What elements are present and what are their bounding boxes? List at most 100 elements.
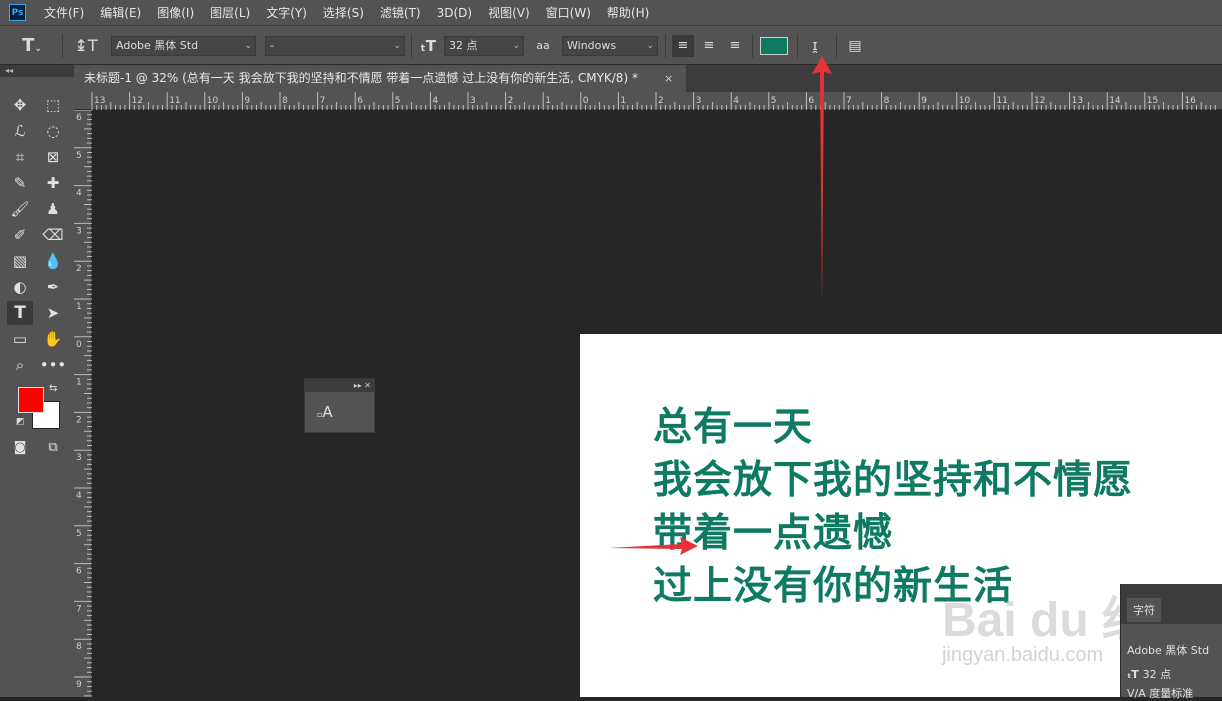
separator	[665, 34, 666, 58]
text-orientation-toggle-icon[interactable]: ↨T	[74, 35, 98, 57]
ruler-label: 2	[76, 264, 82, 274]
separator	[752, 34, 753, 58]
menu-filter[interactable]: 滤镜(T)	[372, 4, 429, 21]
ruler-label: 4	[733, 96, 739, 106]
panel-header[interactable]: ▸▸ ✕	[305, 379, 374, 392]
font-style-select[interactable]: - ⌄	[265, 36, 405, 56]
ruler-label: 1	[545, 96, 551, 106]
canvas-area[interactable]: 总有一天 我会放下我的坚持和不情愿 带着一点遗憾 过上没有你的新生活 Bai d…	[92, 110, 1222, 697]
document-tab[interactable]: 未标题-1 @ 32% (总有一天 我会放下我的坚持和不情愿 带着一点遗憾 过上…	[74, 65, 686, 92]
character-panel-tabs: 字符	[1121, 584, 1222, 624]
font-family-select[interactable]: Adobe 黑体 Std ⌄	[111, 36, 256, 56]
menu-file[interactable]: 文件(F)	[36, 4, 92, 21]
character-panel-tracking-value: 度量标准	[1149, 687, 1194, 700]
ruler-label: 14	[1109, 96, 1121, 106]
font-style-value: -	[270, 39, 274, 52]
menu-window[interactable]: 窗口(W)	[538, 4, 599, 21]
menu-layer[interactable]: 图层(L)	[202, 4, 258, 21]
blur-tool-icon[interactable]: 💧	[40, 249, 66, 273]
menu-edit[interactable]: 编辑(E)	[92, 4, 149, 21]
ruler-label: 1	[76, 302, 82, 312]
hand-tool-icon[interactable]: ✋	[40, 327, 66, 351]
marquee-tool-icon[interactable]: ⬚	[40, 93, 66, 117]
ruler-label: 10	[959, 96, 971, 106]
quick-mask-icon[interactable]: ◙	[7, 435, 33, 459]
frame-tool-icon[interactable]: ⊠	[40, 145, 66, 169]
chevron-down-icon: ⌄	[646, 41, 654, 51]
antialias-icon: aa	[536, 39, 550, 52]
character-panel-font[interactable]: Adobe 黑体 Std	[1127, 642, 1209, 658]
ruler-label: 4	[76, 189, 82, 199]
history-brush-tool-icon[interactable]: ✐	[7, 223, 33, 247]
glyphs-panel-icon[interactable]: ▫A	[317, 403, 333, 421]
ruler-label: 3	[76, 226, 82, 236]
antialias-select[interactable]: Windows ⌄	[562, 36, 658, 56]
document-tab-title: 未标题-1 @ 32% (总有一天 我会放下我的坚持和不情愿 带着一点遗憾 过上…	[84, 71, 638, 85]
clone-stamp-tool-icon[interactable]: ♟	[40, 197, 66, 221]
type-tool-preset-icon[interactable]: T⌄	[20, 35, 44, 60]
eyedropper-tool-icon[interactable]: ✎	[7, 171, 33, 195]
warp-text-icon[interactable]: ɪ̯	[804, 35, 826, 57]
align-center-icon[interactable]: ≡	[698, 35, 720, 57]
ruler-vertical[interactable]: 6 5 4 3 2 1 0 1 2 3 4 5 6 7 8 9	[74, 109, 92, 701]
text-line-2[interactable]: 我会放下我的坚持和不情愿	[653, 449, 1133, 505]
baidu-watermark-url: jingyan.baidu.com	[942, 644, 1104, 666]
character-panel-tracking[interactable]: V/A 度量标准	[1127, 685, 1193, 701]
expand-icon[interactable]: ▸▸	[354, 381, 362, 390]
foreground-color-swatch[interactable]	[18, 387, 44, 413]
tracking-icon: V/A	[1127, 687, 1150, 700]
pen-tool-icon[interactable]: ✒	[40, 275, 66, 299]
align-right-icon[interactable]: ≡	[724, 35, 746, 57]
zoom-tool-icon[interactable]: ⌕	[7, 353, 33, 377]
align-left-icon[interactable]: ≡	[672, 35, 694, 57]
options-bar: T⌄ ↨T Adobe 黑体 Std ⌄ - ⌄ ₜT 32 点 ⌄ aa Windo…	[0, 25, 1222, 65]
font-size-icon: ₜT	[419, 37, 437, 55]
ruler-horizontal[interactable]: 13 12 11 10 9 8 7 6 5 4 3 2 1 0 1 2 3 4 5 6 7 8 9 10 11 12 13 14 15 1…	[74, 92, 1222, 110]
ruler-label: 7	[76, 604, 82, 614]
text-line-1[interactable]: 总有一天	[653, 396, 813, 452]
chevron-down-icon: ⌄	[244, 41, 252, 51]
separator	[797, 34, 798, 58]
menu-3d[interactable]: 3D(D)	[429, 6, 480, 20]
glyphs-floating-panel[interactable]: ▸▸ ✕ ▫A	[304, 378, 375, 433]
move-tool-icon[interactable]: ✥	[7, 93, 33, 117]
rectangle-tool-icon[interactable]: ▭	[7, 327, 33, 351]
menu-help[interactable]: 帮助(H)	[599, 4, 657, 21]
ruler-label: 4	[432, 96, 438, 106]
brush-tool-icon[interactable]: 🖌	[7, 197, 33, 221]
menu-type[interactable]: 文字(Y)	[258, 4, 315, 21]
character-panel-toggle-icon[interactable]: ▤	[844, 35, 866, 57]
ruler-label: 11	[996, 96, 1007, 106]
menu-view[interactable]: 视图(V)	[480, 4, 538, 21]
ruler-label: 0	[583, 96, 589, 106]
close-icon[interactable]: ✕	[364, 381, 371, 390]
type-tool-icon[interactable]: T	[7, 301, 33, 325]
font-size-select[interactable]: 32 点 ⌄	[444, 36, 524, 56]
menu-select[interactable]: 选择(S)	[315, 4, 372, 21]
font-family-value: Adobe 黑体 Std	[116, 39, 199, 52]
eraser-tool-icon[interactable]: ⌫	[40, 223, 66, 247]
quick-select-tool-icon[interactable]: ◌	[40, 119, 66, 143]
lasso-tool-icon[interactable]: ℒ	[7, 119, 33, 143]
panel-collapse-icon[interactable]: ◂◂	[0, 65, 74, 77]
swap-colors-icon[interactable]: ⇆	[49, 383, 57, 394]
ruler-label: 10	[207, 96, 219, 106]
screen-mode-icon[interactable]: ⧉	[40, 435, 66, 459]
crop-tool-icon[interactable]: ⌗	[7, 145, 33, 169]
ruler-label: 6	[76, 113, 82, 123]
dodge-tool-icon[interactable]: ◐	[7, 275, 33, 299]
tab-close-icon[interactable]: ×	[664, 65, 673, 92]
more-tools-icon[interactable]: •••	[40, 353, 67, 377]
text-color-swatch[interactable]	[760, 37, 788, 55]
healing-brush-tool-icon[interactable]: ✚	[40, 171, 66, 195]
gradient-tool-icon[interactable]: ▧	[7, 249, 33, 273]
path-selection-tool-icon[interactable]: ➤	[40, 301, 66, 325]
character-panel-size[interactable]: ₜT 32 点	[1127, 666, 1171, 682]
ruler-label: 9	[921, 96, 927, 106]
ruler-label: 0	[76, 340, 82, 350]
ruler-label: 16	[1184, 96, 1196, 106]
default-colors-icon[interactable]: ◩	[16, 417, 25, 427]
menu-image[interactable]: 图像(I)	[149, 4, 202, 21]
ruler-label: 8	[76, 642, 82, 652]
character-panel-tab[interactable]: 字符	[1127, 598, 1161, 622]
